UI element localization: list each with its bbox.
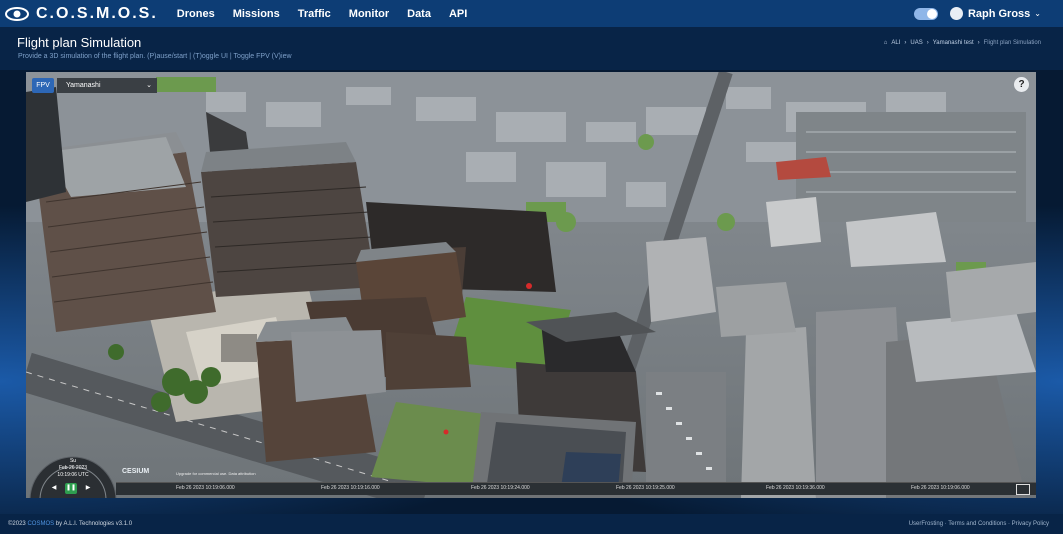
avatar[interactable] bbox=[949, 7, 963, 20]
pause-button[interactable]: ❚❚ bbox=[65, 483, 77, 494]
city-3d-map[interactable] bbox=[26, 72, 1036, 498]
cesium-attribution[interactable]: Upgrade for commercial use. Data attribu… bbox=[176, 471, 256, 476]
breadcrumb-uas[interactable]: UAS bbox=[910, 40, 922, 46]
page-subtitle: Provide a 3D simulation of the flight pl… bbox=[18, 53, 292, 60]
timeline-tick: Feb 26 2023 10:19:06.000 bbox=[911, 485, 970, 491]
timeline-tick: Feb 26 2023 10:19:24.000 bbox=[471, 485, 530, 491]
footer-copyright: ©2023 COSMOS by A.L.I. Technologies v3.1… bbox=[8, 521, 132, 527]
nav-data[interactable]: Data bbox=[407, 8, 431, 20]
timeline-tick: Feb 26 2023 10:19:25.000 bbox=[616, 485, 675, 491]
copyright-text: ©2023 bbox=[8, 521, 28, 527]
page-header: Flight plan Simulation Provide a 3D simu… bbox=[0, 27, 1063, 70]
nav-missions[interactable]: Missions bbox=[233, 8, 280, 20]
help-button[interactable]: ? bbox=[1014, 77, 1029, 92]
nav-drones[interactable]: Drones bbox=[177, 8, 215, 20]
timeline-tick: Feb 26 2023 10:19:36.000 bbox=[766, 485, 825, 491]
top-navbar: C.O.S.M.O.S. Drones Missions Traffic Mon… bbox=[0, 0, 1063, 27]
clock-date: Su Feb 26 2023 10:19:06 UTC bbox=[53, 458, 93, 479]
breadcrumb-yamanashi[interactable]: Yamanashi test bbox=[933, 40, 974, 46]
cesium-viewer[interactable]: FPV Yamanashi ⌄ ? Su Feb 26 2023 10:19:0… bbox=[26, 72, 1036, 498]
breadcrumb: ⌂ ALI › UAS › Yamanashi test › Flight pl… bbox=[884, 40, 1041, 46]
user-menu[interactable]: Raph Gross bbox=[968, 8, 1030, 20]
timeline-bar[interactable]: Feb 26 2023 10:19:06.000 Feb 26 2023 10:… bbox=[116, 482, 1036, 495]
timeline-tick: Feb 26 2023 10:19:16.000 bbox=[321, 485, 380, 491]
user-area: Raph Gross ⌄ bbox=[913, 0, 1041, 27]
fullscreen-icon[interactable] bbox=[1016, 484, 1030, 495]
location-select[interactable]: Yamanashi ⌄ bbox=[57, 78, 157, 93]
clock-date-text: Feb 26 2023 bbox=[58, 465, 88, 471]
rewind-button[interactable]: ◀ bbox=[48, 483, 60, 494]
brand-logo[interactable]: C.O.S.M.O.S. bbox=[4, 5, 158, 23]
footer-product-link[interactable]: COSMOS bbox=[27, 521, 54, 527]
fpv-toggle-button[interactable]: FPV bbox=[32, 78, 54, 93]
home-icon[interactable]: ⌂ bbox=[884, 40, 888, 46]
chevron-down-icon: ⌄ bbox=[146, 82, 152, 89]
clock-day: Su bbox=[69, 458, 77, 464]
timeline-tick: Feb 26 2023 10:19:06.000 bbox=[176, 485, 235, 491]
breadcrumb-separator: › bbox=[904, 40, 907, 46]
footer-company: by A.L.I. Technologies v3.1.0 bbox=[54, 521, 133, 527]
cesium-logo[interactable]: CESIUM bbox=[122, 468, 149, 475]
main-nav: Drones Missions Traffic Monitor Data API bbox=[168, 8, 477, 20]
page-footer: ©2023 COSMOS by A.L.I. Technologies v3.1… bbox=[0, 514, 1063, 534]
cosmos-logo-icon bbox=[5, 6, 29, 21]
nav-api[interactable]: API bbox=[449, 8, 467, 20]
nav-traffic[interactable]: Traffic bbox=[298, 8, 331, 20]
theme-toggle[interactable] bbox=[913, 7, 938, 20]
clock-time-text: 10:19:06 UTC bbox=[57, 472, 89, 478]
page-title: Flight plan Simulation bbox=[17, 35, 142, 50]
forward-button[interactable]: ▶ bbox=[82, 483, 94, 494]
location-select-value: Yamanashi bbox=[66, 82, 101, 89]
breadcrumb-current: Flight plan Simulation bbox=[983, 40, 1041, 46]
breadcrumb-separator: › bbox=[926, 40, 929, 46]
footer-links[interactable]: UserFrosting · Terms and Conditions · Pr… bbox=[909, 521, 1049, 527]
breadcrumb-ali[interactable]: ALI bbox=[891, 40, 900, 46]
breadcrumb-separator: › bbox=[977, 40, 980, 46]
chevron-down-icon[interactable]: ⌄ bbox=[1034, 9, 1041, 18]
brand-name: C.O.S.M.O.S. bbox=[36, 4, 158, 22]
nav-monitor[interactable]: Monitor bbox=[349, 8, 389, 20]
